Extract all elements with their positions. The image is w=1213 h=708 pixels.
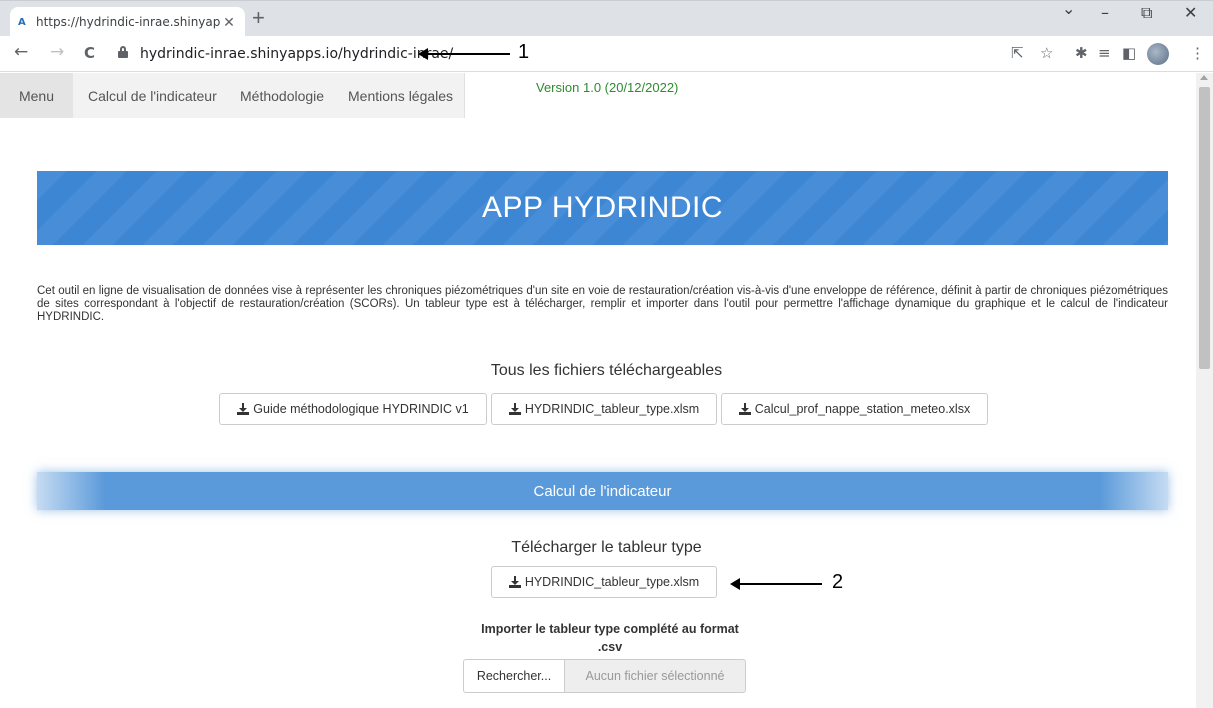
- annotation-arrow-2: [730, 578, 822, 590]
- side-panel-icon[interactable]: ◧: [1122, 44, 1136, 62]
- site-favicon-icon: A: [18, 16, 26, 28]
- file-input-field[interactable]: Aucun fichier sélectionné: [564, 659, 746, 693]
- intro-text: Cet outil en ligne de visualisation de d…: [37, 285, 1168, 323]
- extensions-icon[interactable]: ✱: [1075, 44, 1088, 62]
- scroll-up-icon[interactable]: [1200, 75, 1208, 80]
- back-button[interactable]: ←: [14, 42, 28, 62]
- files-heading: Tous les fichiers téléchargeables: [490, 362, 723, 379]
- download-template-label: HYDRINDIC_tableur_type.xlsm: [524, 575, 700, 589]
- import-label-line2: .csv: [597, 640, 623, 654]
- browser-tab-strip: A https://hydrindic-inrae.shinyapps ✕ + …: [0, 0, 1213, 37]
- lock-icon[interactable]: [118, 46, 128, 58]
- download-template-button[interactable]: HYDRINDIC_tableur_type.xlsm: [491, 566, 717, 598]
- app-banner: APP HYDRINDIC: [37, 171, 1168, 245]
- profile-avatar[interactable]: [1147, 43, 1169, 65]
- download-icon: [508, 576, 521, 588]
- tab-title: https://hydrindic-inrae.shinyapps: [36, 15, 221, 29]
- template-heading: Télécharger le tableur type: [511, 539, 702, 556]
- version-label: Version 1.0 (20/12/2022): [536, 80, 679, 95]
- download-icon: [508, 403, 521, 415]
- address-bar[interactable]: hydrindic-inrae.shinyapps.io/hydrindic-i…: [140, 46, 453, 62]
- minimize-button[interactable]: –: [1101, 3, 1109, 22]
- scroll-thumb[interactable]: [1199, 87, 1210, 369]
- import-label: Importer le tableur type complété au for…: [455, 620, 765, 656]
- annotation-arrow-1: [418, 48, 510, 60]
- nav-link-methodologie[interactable]: Méthodologie: [240, 88, 324, 104]
- page-title: APP HYDRINDIC: [482, 191, 723, 224]
- tab-close-icon[interactable]: ✕: [221, 14, 237, 31]
- reading-list-icon[interactable]: ≡: [1098, 44, 1111, 62]
- download-tableur-label: HYDRINDIC_tableur_type.xlsm: [524, 402, 700, 416]
- browser-tab[interactable]: A https://hydrindic-inrae.shinyapps ✕: [10, 7, 245, 37]
- download-calcul-button[interactable]: Calcul_prof_nappe_station_meteo.xlsx: [721, 393, 988, 425]
- browse-button[interactable]: Rechercher...: [463, 659, 565, 693]
- download-guide-button[interactable]: Guide méthodologique HYDRINDIC v1: [219, 393, 487, 425]
- nav-menu[interactable]: Menu: [0, 73, 73, 118]
- bookmark-star-icon[interactable]: ☆: [1040, 44, 1053, 62]
- share-icon[interactable]: ⇱: [1011, 44, 1024, 62]
- download-guide-label: Guide méthodologique HYDRINDIC v1: [253, 402, 469, 416]
- page-scrollbar[interactable]: [1196, 73, 1213, 708]
- import-label-line1: Importer le tableur type complété au for…: [481, 622, 739, 636]
- browser-menu-icon[interactable]: ⋮: [1190, 44, 1205, 62]
- forward-button[interactable]: →: [50, 42, 64, 62]
- close-window-button[interactable]: ✕: [1184, 3, 1197, 22]
- restore-button[interactable]: ⧉: [1141, 3, 1152, 23]
- new-tab-button[interactable]: +: [252, 5, 265, 31]
- browser-toolbar: ← → C hydrindic-inrae.shinyapps.io/hydri…: [0, 36, 1213, 72]
- download-tableur-button[interactable]: HYDRINDIC_tableur_type.xlsm: [491, 393, 717, 425]
- section-title: Calcul de l'indicateur: [533, 482, 672, 500]
- download-calcul-label: Calcul_prof_nappe_station_meteo.xlsx: [754, 402, 971, 416]
- section-header: Calcul de l'indicateur: [37, 472, 1168, 510]
- app-navbar: Menu Calcul de l'indicateur Méthodologie…: [0, 73, 465, 118]
- tab-search-icon[interactable]: ⌄: [1062, 0, 1075, 18]
- annotation-number-2: 2: [832, 571, 844, 593]
- reload-button[interactable]: C: [84, 44, 95, 62]
- download-icon: [738, 403, 751, 415]
- nav-link-mentions[interactable]: Mentions légales: [348, 88, 453, 104]
- annotation-number-1: 1: [518, 41, 530, 63]
- download-icon: [237, 403, 250, 415]
- nav-link-calcul[interactable]: Calcul de l'indicateur: [88, 88, 217, 104]
